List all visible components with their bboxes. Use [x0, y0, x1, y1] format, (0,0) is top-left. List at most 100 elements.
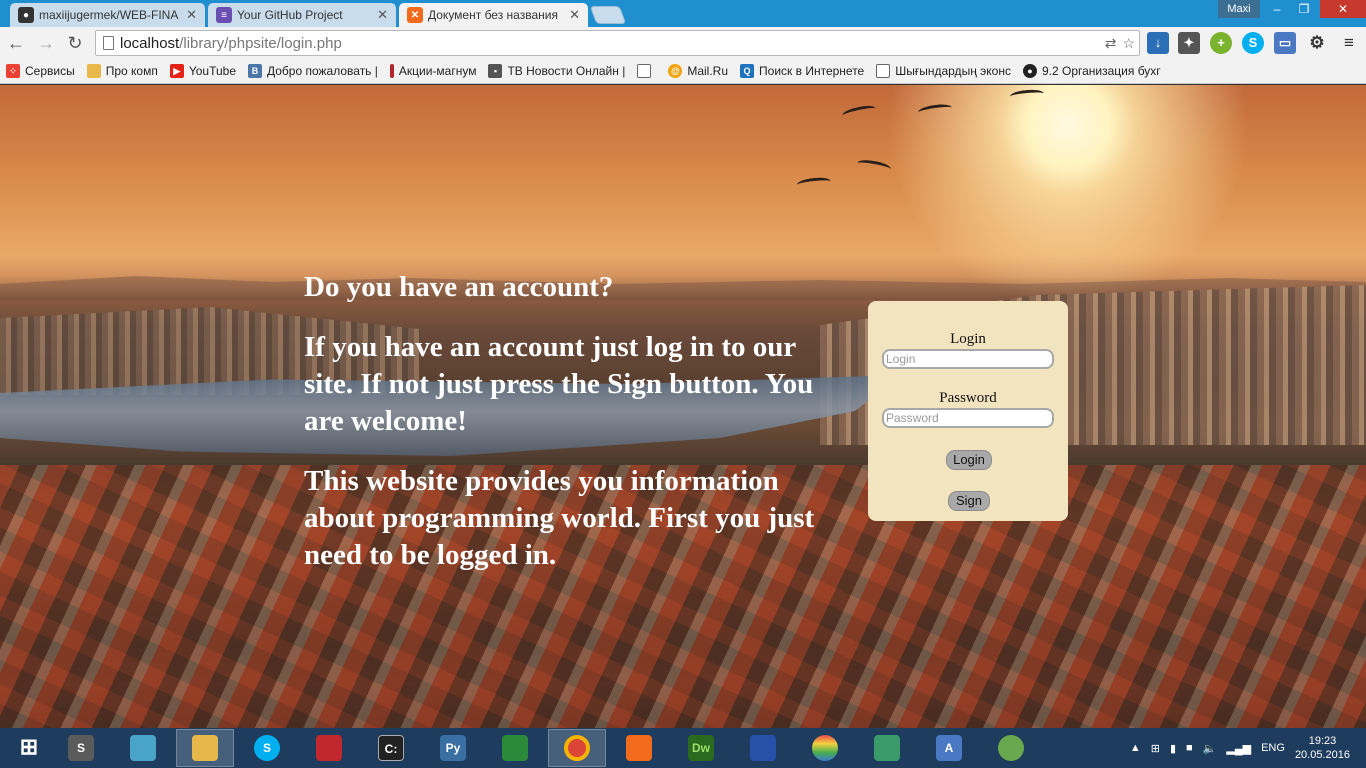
rainbow-icon: [812, 735, 838, 761]
url-text[interactable]: localhost/library/phpsite/login.php: [120, 35, 342, 52]
chevron-up-icon[interactable]: ▲: [1130, 742, 1141, 754]
profile-button[interactable]: Maxi: [1218, 0, 1260, 18]
bookmark-label: ТВ Новости Онлайн |: [507, 64, 626, 78]
skype-icon[interactable]: S: [1242, 32, 1264, 54]
tab-strip: ● maxiijugermek/WEB-FINA ✕ ≡ Your GitHub…: [0, 0, 1366, 27]
github-icon: ●: [18, 7, 34, 23]
taskbar-app-calculator[interactable]: [486, 729, 544, 767]
login-button[interactable]: Login: [946, 450, 992, 470]
star-icon[interactable]: ☆: [1122, 35, 1135, 52]
folder-icon: [86, 64, 101, 78]
tab-active-document[interactable]: ✕ Документ без названия ✕: [399, 3, 588, 27]
taskbar-app-sublime[interactable]: S: [52, 729, 110, 767]
close-icon[interactable]: ✕: [569, 7, 580, 23]
bookmark-magnum[interactable]: Акции-магнум: [389, 64, 476, 78]
menu-icon[interactable]: ≡: [1338, 32, 1360, 54]
url-path: /library/phpsite/login.php: [179, 34, 342, 52]
taskbar-app-book[interactable]: [300, 729, 358, 767]
signal-icon[interactable]: ▂▄▆: [1226, 742, 1251, 755]
intro-paragraph-account: If you have an account just log in to ou…: [304, 331, 814, 437]
taskbar-app-explorer[interactable]: [176, 729, 234, 767]
adblock-icon[interactable]: +: [1210, 32, 1232, 54]
reload-button[interactable]: ↻: [63, 31, 87, 55]
windows-icon: ⊞: [19, 734, 39, 759]
password-input[interactable]: [882, 408, 1054, 428]
taskbar-app-terminal[interactable]: C:: [362, 729, 420, 767]
forward-button[interactable]: →: [34, 31, 58, 55]
bookmark-pro-komp[interactable]: Про комп: [86, 64, 158, 78]
address-bar[interactable]: localhost/library/phpsite/login.php ⇄ ☆: [95, 30, 1140, 56]
magnum-icon: [389, 64, 394, 78]
mailru-icon: @: [668, 64, 683, 78]
close-icon[interactable]: ✕: [377, 7, 388, 23]
bookmark-label: 9.2 Организация бухг: [1041, 64, 1161, 78]
taskbar-app-chrome[interactable]: [548, 729, 606, 767]
translate-icon[interactable]: ⇄: [1105, 35, 1117, 52]
start-button[interactable]: ⊞: [0, 729, 58, 767]
dreamweaver-icon: Dw: [688, 735, 714, 761]
bookmark-page[interactable]: [637, 64, 656, 78]
battery-icon[interactable]: ▮: [1170, 742, 1176, 755]
clock-time: 19:23: [1308, 735, 1337, 747]
window-close-button[interactable]: ✕: [1320, 0, 1366, 18]
taskbar-app-rainbow[interactable]: [796, 729, 854, 767]
browser-toolbar: ← → ↻ localhost/library/phpsite/login.ph…: [0, 27, 1366, 59]
network-icon: [874, 735, 900, 761]
taskbar-app-android[interactable]: [982, 729, 1040, 767]
taskbar-app-dreamweaver[interactable]: Dw: [672, 729, 730, 767]
bookmark-accounting[interactable]: ● 9.2 Организация бухг: [1022, 64, 1161, 78]
bookmarks-bar: ⁘ Сервисы Про комп ▶ YouTube B Добро пожало…: [0, 59, 1366, 84]
bookmark-mailru[interactable]: @ Mail.Ru: [668, 64, 728, 78]
bookmark-tv-news[interactable]: ▪ ТВ Новости Онлайн |: [488, 64, 625, 78]
bookmark-economics[interactable]: Шығындардың эконс: [876, 64, 1011, 78]
bookmark-label: Сервисы: [25, 64, 75, 78]
back-button[interactable]: ←: [4, 31, 28, 55]
close-icon[interactable]: ✕: [186, 7, 197, 23]
page-heading: Do you have an account?: [304, 271, 614, 303]
calculator-icon: [502, 735, 528, 761]
tab-title: maxiijugermek/WEB-FINA: [39, 8, 179, 22]
login-input[interactable]: [882, 349, 1054, 369]
bookmark-search[interactable]: Q Поиск в Интернете: [740, 64, 864, 78]
apps-icon: ⁘: [6, 64, 20, 78]
tv-icon: ▪: [488, 64, 503, 78]
login-label: Login: [950, 331, 986, 347]
page-viewport: Do you have an account? If you have an a…: [0, 85, 1366, 728]
taskbar-app-xampp[interactable]: [610, 729, 668, 767]
explorer-icon: [192, 735, 218, 761]
bookmark-services[interactable]: ⁘ Сервисы: [6, 64, 75, 78]
language-indicator[interactable]: ENG: [1261, 742, 1285, 754]
extension-icon[interactable]: ✦: [1178, 32, 1200, 54]
bookmark-vk[interactable]: B Добро пожаловать |: [248, 64, 378, 78]
gear-icon[interactable]: ⚙: [1306, 32, 1328, 54]
taskbar-app-network[interactable]: [858, 729, 916, 767]
action-center-icon[interactable]: ⊞: [1151, 742, 1160, 755]
clock[interactable]: 19:23 20.05.2016: [1295, 734, 1350, 762]
bookmark-label: Добро пожаловать |: [267, 64, 378, 78]
taskbar-app-translate[interactable]: A: [920, 729, 978, 767]
bird-icon: [856, 158, 892, 174]
taskbar-app-python[interactable]: Py: [424, 729, 482, 767]
download-icon[interactable]: ↓: [1147, 32, 1169, 54]
bookmark-youtube[interactable]: ▶ YouTube: [169, 64, 236, 78]
taskbar-app-save[interactable]: [734, 729, 792, 767]
bird-icon: [1009, 88, 1045, 102]
tab-github-project[interactable]: ≡ Your GitHub Project ✕: [208, 3, 396, 27]
bookmark-label: Шығындардың эконс: [895, 64, 1011, 78]
new-tab-button[interactable]: [589, 6, 627, 24]
minimize-button[interactable]: –: [1264, 0, 1290, 18]
search-icon: Q: [740, 64, 755, 78]
volume-icon[interactable]: 🔈: [1203, 742, 1217, 755]
chrome-icon: [564, 735, 590, 761]
cast-icon[interactable]: ▭: [1274, 32, 1296, 54]
tab-github[interactable]: ● maxiijugermek/WEB-FINA ✕: [10, 3, 205, 27]
taskbar-app-notes[interactable]: [114, 729, 172, 767]
sign-button[interactable]: Sign: [948, 491, 990, 511]
taskbar-app-skype[interactable]: S: [238, 729, 296, 767]
taskbar: ⊞ S S C: Py Dw A ▲ ⊞ ▮ ■ 🔈 ▂▄▆ ENG 19:23…: [0, 728, 1366, 768]
tab-title: Документ без названия: [428, 8, 558, 22]
system-tray: ▲ ⊞ ▮ ■ 🔈 ▂▄▆ ENG 19:23 20.05.2016: [1130, 728, 1366, 768]
restore-button[interactable]: ❐: [1291, 0, 1317, 18]
tab-title: Your GitHub Project: [237, 8, 343, 22]
nvidia-icon[interactable]: ■: [1186, 742, 1193, 754]
